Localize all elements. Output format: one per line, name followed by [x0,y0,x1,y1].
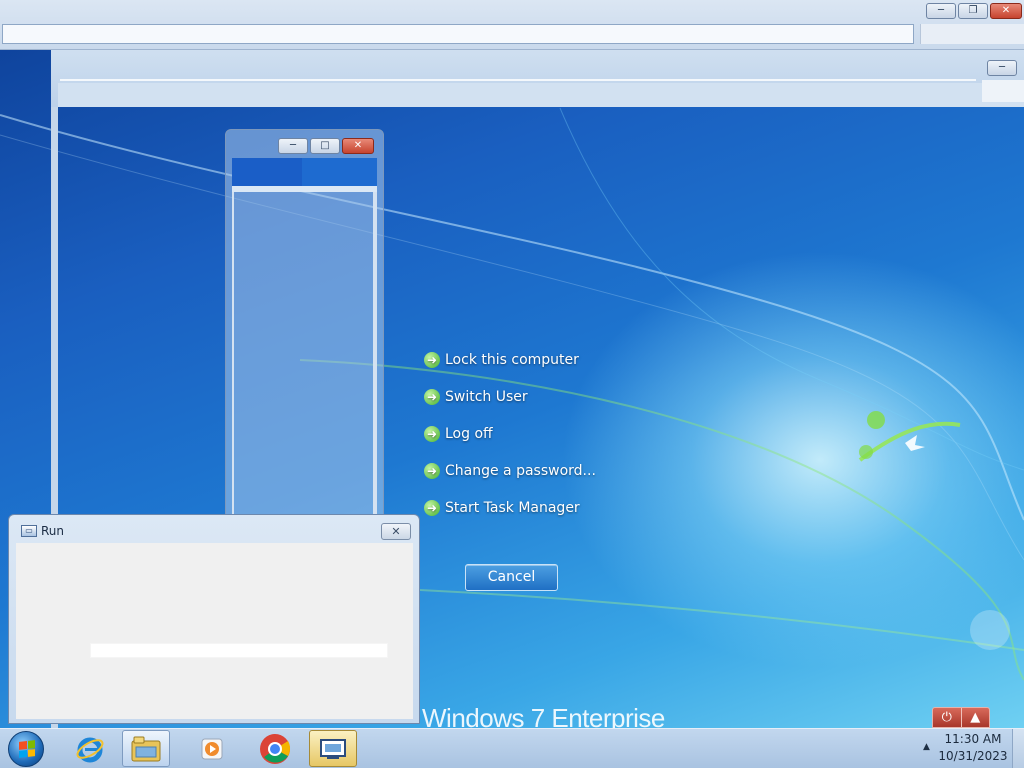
file-explorer-taskbar-button[interactable] [122,730,170,767]
arrow-right-icon: ➜ [424,425,440,442]
start-task-manager-option[interactable]: ➜ Start Task Manager [424,489,596,526]
run-dialog-title: Run [41,524,65,538]
run-dialog: ▭ Run ✕ [8,514,420,724]
arrow-right-icon: ➜ [424,388,440,405]
outer-window-titlebar [0,0,1024,50]
run-dialog-close-button[interactable]: ✕ [381,523,411,540]
arrow-right-icon: ➜ [424,462,440,479]
internet-explorer-icon [76,737,104,762]
remote-desktop-taskbar-button[interactable] [309,730,357,767]
option-label: Start Task Manager [445,499,580,516]
start-button[interactable] [8,731,44,767]
option-label: Switch User [445,388,528,405]
arrow-right-icon: ➜ [424,351,440,368]
background-window-toolbar-right [982,80,1024,102]
windows-brand-logo: Windows 7 Enterprise [422,703,665,728]
outer-address-bar[interactable] [2,24,914,44]
chrome-taskbar-button[interactable] [251,730,299,767]
media-player-icon [201,738,223,759]
run-dialog-body [16,543,413,719]
media-player-taskbar-button[interactable] [188,730,236,767]
file-explorer-icon [131,736,161,761]
narrow-window-body [232,192,377,522]
narrow-window-header-left [232,158,302,188]
minimize-button[interactable]: ─ [987,60,1017,76]
remote-desktop-icon [320,738,346,759]
lock-computer-option[interactable]: ➜ Lock this computer [424,341,596,378]
background-window-toolbar [58,83,1024,107]
maximize-button[interactable]: □ [310,138,340,154]
switch-user-option[interactable]: ➜ Switch User [424,378,596,415]
run-dialog-titlebar: ▭ Run [21,523,64,539]
clock-date: 10/31/2023 [938,749,1008,763]
shutdown-options-arrow-icon[interactable]: ▲ [960,708,990,727]
outer-window-caption-buttons: ─ ❐ ✕ [926,3,1022,19]
shutdown-button[interactable]: ⏻ ▲ [932,707,990,728]
run-open-input[interactable] [90,643,388,658]
run-icon: ▭ [21,525,37,537]
minimize-button[interactable]: ─ [926,3,956,19]
power-icon[interactable]: ⏻ [933,708,961,727]
system-clock[interactable]: 11:30 AM 10/31/2023 [936,731,1010,765]
arrow-right-icon: ➜ [424,499,440,516]
internet-explorer-taskbar-button[interactable] [66,730,114,767]
option-label: Change a password... [445,462,596,479]
windows-flag-icon [19,740,35,758]
outer-toolbar-area [920,24,1024,44]
restore-button[interactable]: ❐ [958,3,988,19]
background-window-divider [60,79,976,81]
background-window-caption-buttons: ─ [987,60,1017,76]
cancel-button[interactable]: Cancel [465,564,558,591]
close-button[interactable]: ✕ [990,3,1022,19]
option-label: Log off [445,425,493,442]
show-hidden-icons-button[interactable]: ▲ [923,742,930,752]
close-button[interactable]: ✕ [342,138,374,154]
option-label: Lock this computer [445,351,579,368]
log-off-option[interactable]: ➜ Log off [424,415,596,452]
security-options-list: ➜ Lock this computer ➜ Switch User ➜ Log… [424,341,596,526]
clock-time: 11:30 AM [944,732,1002,746]
show-desktop-button[interactable] [1012,729,1024,768]
narrow-window-caption-buttons: ─ □ ✕ [278,138,374,154]
chrome-icon [260,733,291,764]
minimize-button[interactable]: ─ [278,138,308,154]
change-password-option[interactable]: ➜ Change a password... [424,452,596,489]
